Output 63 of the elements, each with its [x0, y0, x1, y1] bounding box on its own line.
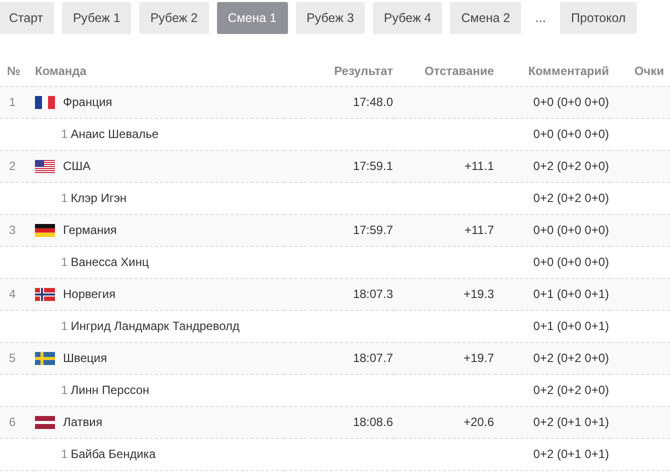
- rank-text: 6: [9, 415, 16, 429]
- result-text: 18:07.3: [352, 287, 393, 301]
- rank-text: 5: [9, 351, 16, 365]
- athlete-name: Линн Перссон: [70, 383, 150, 397]
- team-name: Швеция: [63, 351, 107, 365]
- tab-button[interactable]: Рубеж 2: [139, 2, 209, 34]
- leg-number: 1: [61, 319, 68, 333]
- leg-number: 1: [61, 447, 68, 461]
- comment-text: 0+0 (0+0 0+0): [533, 255, 609, 269]
- comment-text: 0+0 (0+0 0+0): [533, 127, 609, 141]
- comment-text: 0+2 (0+1 0+1): [533, 415, 609, 429]
- rank-text: 3: [9, 223, 16, 237]
- comment-text: 0+2 (0+1 0+1): [533, 447, 609, 461]
- comment-text: 0+1 (0+0 0+1): [533, 287, 609, 301]
- ellipsis-text: ...: [534, 9, 547, 28]
- rank-text: 1: [9, 95, 16, 109]
- tab-button[interactable]: Смена 2: [450, 2, 522, 34]
- rank-text: 2: [9, 159, 16, 173]
- rank-text: 4: [9, 287, 16, 301]
- tab-button[interactable]: Протокол: [560, 2, 637, 34]
- column-header: №: [7, 64, 20, 78]
- athlete-name: Анаис Шевалье: [70, 127, 159, 141]
- column-header: Комментарий: [528, 64, 609, 78]
- team-name: Норвегия: [63, 287, 116, 301]
- result-text: 17:59.1: [352, 159, 393, 173]
- leg-number: 1: [61, 127, 68, 141]
- tab-button[interactable]: Рубеж 3: [296, 2, 365, 34]
- comment-text: 0+0 (0+0 0+0): [533, 223, 609, 237]
- time-behind-text: +19.3: [464, 287, 494, 301]
- time-behind-text: +11.1: [464, 159, 494, 173]
- column-header: Отставание: [424, 64, 494, 78]
- flag-icon: [35, 352, 55, 366]
- team-name: Германия: [63, 223, 117, 237]
- time-behind-text: +19.7: [464, 351, 494, 365]
- leg-number: 1: [61, 191, 68, 205]
- result-text: 17:59.7: [352, 223, 393, 237]
- time-behind-text: +20.6: [464, 415, 494, 429]
- result-text: 18:07.7: [352, 351, 393, 365]
- comment-text: 0+1 (0+0 0+1): [533, 319, 609, 333]
- result-text: 17:48.0: [352, 95, 393, 109]
- leg-number: 1: [61, 255, 68, 269]
- tab-button[interactable]: Рубеж 1: [62, 2, 132, 34]
- comment-text: 0+2 (0+2 0+0): [533, 383, 609, 397]
- tab-button[interactable]: Рубеж 4: [372, 2, 442, 34]
- comment-text: 0+0 (0+0 0+0): [533, 95, 609, 109]
- column-header: Команда: [35, 64, 86, 78]
- athlete-name: Ванесса Хинц: [70, 255, 149, 269]
- result-text: 18:08.6: [352, 415, 393, 429]
- comment-text: 0+2 (0+2 0+0): [533, 351, 609, 365]
- comment-text: 0+2 (0+2 0+0): [533, 159, 609, 173]
- time-behind-text: +11.7: [464, 223, 494, 237]
- leg-number: 1: [61, 383, 68, 397]
- team-name: Франция: [63, 95, 112, 109]
- column-header: Очки: [634, 64, 664, 78]
- athlete-name: Клэр Игэн: [70, 191, 127, 205]
- athlete-name: Ингрид Ландмарк Тандреволд: [70, 319, 240, 333]
- column-header: Результат: [334, 64, 393, 78]
- comment-text: 0+2 (0+2 0+0): [533, 191, 609, 205]
- flag-icon: [35, 224, 55, 238]
- team-name: США: [63, 159, 91, 173]
- tab-button[interactable]: Старт: [0, 2, 54, 34]
- athlete-name: Байба Бендика: [70, 447, 156, 461]
- team-name: Латвия: [63, 415, 102, 429]
